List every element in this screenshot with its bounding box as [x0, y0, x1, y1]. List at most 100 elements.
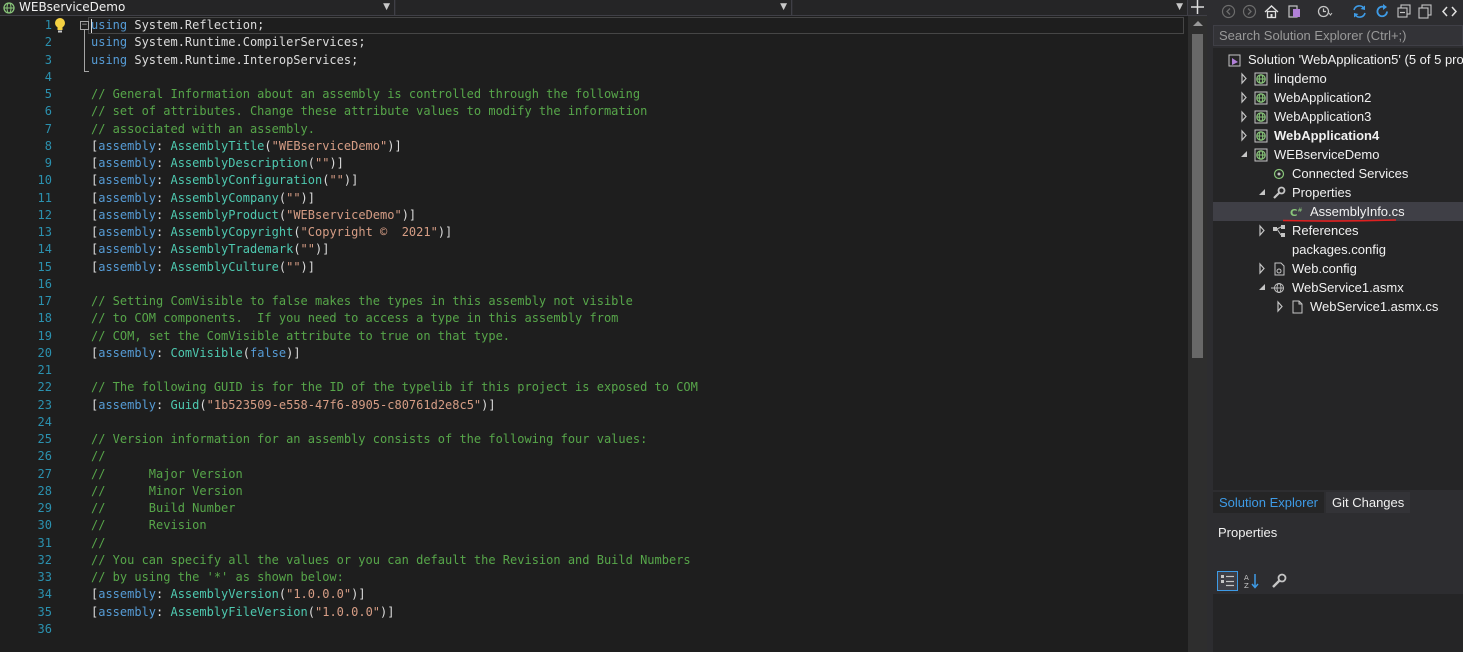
code-line[interactable]: 31 // [0, 535, 1188, 552]
code-line[interactable]: 22 // The following GUID is for the ID of… [0, 379, 1188, 396]
tab-solution-explorer[interactable]: Solution Explorer [1213, 492, 1324, 513]
code-token: : [156, 259, 171, 274]
collapse-all-icon[interactable] [1396, 3, 1413, 20]
solution-explorer-search[interactable] [1213, 25, 1463, 46]
code-line[interactable]: 30 // Revision [0, 517, 1188, 534]
forward-icon[interactable] [1241, 3, 1258, 20]
scrollbar-thumb[interactable] [1192, 34, 1203, 358]
code-line[interactable]: 33 // by using the '*' as shown below: [0, 569, 1188, 586]
code-token: assembly [98, 190, 157, 205]
property-pages-icon[interactable] [1269, 571, 1290, 591]
code-line[interactable]: 3 using System.Runtime.InteropServices; [0, 52, 1188, 69]
code-token: ( [199, 397, 207, 412]
tab-git-changes[interactable]: Git Changes [1326, 492, 1411, 513]
tree-item-references[interactable]: References [1213, 221, 1463, 240]
code-line[interactable]: 20 [assembly: ComVisible(false)] [0, 345, 1188, 362]
code-line[interactable]: 2 using System.Runtime.CompilerServices; [0, 34, 1188, 51]
code-line[interactable]: 25 // Version information for an assembly… [0, 431, 1188, 448]
code-line[interactable]: 23 [assembly: Guid("1b523509-e558-47f6-89… [0, 397, 1188, 414]
code-line[interactable]: 36 [0, 621, 1188, 638]
code-line-text: // COM, set the ComVisible attribute to … [91, 328, 510, 345]
expanded-arrow-icon[interactable] [1257, 183, 1267, 202]
tree-item-webservice1-asmx[interactable]: WebService1.asmx [1213, 278, 1463, 297]
expanded-arrow-icon[interactable] [1239, 145, 1249, 164]
code-line[interactable]: 21 [0, 362, 1188, 379]
scroll-up-arrow-icon[interactable] [1193, 21, 1203, 26]
collapsed-arrow-icon[interactable] [1257, 221, 1267, 240]
code-line[interactable]: 27 // Major Version [0, 466, 1188, 483]
code-line[interactable]: 17 // Setting ComVisible to false makes t… [0, 293, 1188, 310]
tree-item-connected-services[interactable]: Connected Services [1213, 164, 1463, 183]
expanded-arrow-icon[interactable] [1257, 278, 1267, 297]
code-line[interactable]: 11 [assembly: AssemblyCompany("")] [0, 190, 1188, 207]
type-scope-dropdown[interactable]: ▼ [396, 0, 792, 15]
solution-tree[interactable]: Solution 'WebApplication5' (5 of 5 proje… [1213, 48, 1463, 490]
code-line[interactable]: 34 [assembly: AssemblyVersion("1.0.0.0")] [0, 586, 1188, 603]
collapsed-arrow-icon[interactable] [1239, 69, 1249, 88]
code-line[interactable]: 16 [0, 276, 1188, 293]
project-dropdown[interactable]: WEBserviceDemo ▼ [0, 0, 395, 15]
code-line[interactable]: 15 [assembly: AssemblyCulture("")] [0, 259, 1188, 276]
code-line[interactable]: 28 // Minor Version [0, 483, 1188, 500]
tree-item-webapplication2[interactable]: WebApplication2 [1213, 88, 1463, 107]
code-token: // The following GUID is for the ID of t… [91, 380, 698, 395]
home-icon[interactable] [1263, 3, 1280, 20]
tree-item-packages-config[interactable]: packages.config [1213, 240, 1463, 259]
alphabetical-icon[interactable]: A Z [1241, 571, 1262, 591]
code-line[interactable]: 29 // Build Number [0, 500, 1188, 517]
code-line[interactable]: 5 // General Information about an assembl… [0, 86, 1188, 103]
pending-changes-filter-icon[interactable] [1316, 3, 1333, 20]
line-number: 27 [37, 466, 52, 481]
tree-item-web-config[interactable]: Web.config [1213, 259, 1463, 278]
tree-item-linqdemo[interactable]: linqdemo [1213, 69, 1463, 88]
code-line[interactable]: 35 [assembly: AssemblyFileVersion("1.0.0.… [0, 604, 1188, 621]
properties-grid[interactable] [1213, 594, 1463, 652]
code-line[interactable]: 12 [assembly: AssemblyProduct("WEBservice… [0, 207, 1188, 224]
collapsed-arrow-icon[interactable] [1275, 297, 1285, 316]
categorized-icon[interactable] [1217, 571, 1238, 591]
tree-item-assemblyinfo-cs[interactable]: C # AssemblyInfo.cs [1213, 202, 1463, 222]
code-line[interactable]: 4 [0, 69, 1188, 86]
code-token: assembly [98, 397, 157, 412]
code-line[interactable]: 18 // to COM components. If you need to a… [0, 310, 1188, 327]
editor-vertical-scrollbar[interactable] [1188, 16, 1207, 652]
member-scope-dropdown[interactable]: ▼ [793, 0, 1188, 15]
code-line[interactable]: 9 [assembly: AssemblyDescription("")] [0, 155, 1188, 172]
code-line[interactable]: 13 [assembly: AssemblyCopyright("Copyrigh… [0, 224, 1188, 241]
code-line[interactable]: 8 [assembly: AssemblyTitle("WEBserviceDem… [0, 138, 1188, 155]
tree-item-webapplication3[interactable]: WebApplication3 [1213, 107, 1463, 126]
show-all-files-icon[interactable] [1417, 3, 1434, 20]
code-text-area[interactable]: − 1 using System.Reflection; 2 using System… [0, 16, 1188, 652]
collapsed-arrow-icon[interactable] [1239, 88, 1249, 107]
code-editor[interactable]: WEBserviceDemo ▼ ▼ ▼ − 1 using System.Ref [0, 0, 1207, 652]
code-token: ( [293, 242, 301, 257]
code-line[interactable]: 14 [assembly: AssemblyTrademark("")] [0, 241, 1188, 258]
tree-item-webservice1-asmx-cs[interactable]: WebService1.asmx.cs [1213, 297, 1463, 316]
code-line[interactable]: 26 // [0, 448, 1188, 465]
split-window-button[interactable] [1188, 0, 1207, 16]
code-line[interactable]: 32 // You can specify all the values or y… [0, 552, 1188, 569]
code-line[interactable]: 19 // COM, set the ComVisible attribute t… [0, 328, 1188, 345]
code-view-icon[interactable] [1441, 3, 1458, 20]
code-token: ( [278, 207, 287, 222]
code-line[interactable]: 7 // associated with an assembly. [0, 121, 1188, 138]
collapsed-arrow-icon[interactable] [1239, 107, 1249, 126]
code-line[interactable]: 10 [assembly: AssemblyConfiguration("")] [0, 172, 1188, 189]
refresh-icon[interactable] [1374, 3, 1391, 20]
collapsed-arrow-icon[interactable] [1257, 259, 1267, 278]
collapsed-arrow-icon[interactable] [1239, 126, 1249, 145]
properties-object-selector[interactable] [1213, 546, 1463, 568]
tree-item-properties[interactable]: Properties [1213, 183, 1463, 202]
switch-views-icon[interactable] [1286, 3, 1303, 20]
code-line[interactable]: 24 [0, 414, 1188, 431]
tree-item-webapplication4[interactable]: WebApplication4 [1213, 126, 1463, 145]
line-number: 30 [37, 518, 52, 533]
back-icon[interactable] [1220, 3, 1237, 20]
code-token: // Minor Version [91, 483, 243, 498]
sync-icon[interactable] [1351, 3, 1368, 20]
code-line[interactable]: 6 // set of attributes. Change these attr… [0, 103, 1188, 120]
code-line[interactable]: 1 using System.Reflection; [0, 17, 1188, 34]
tree-item-webservicedemo[interactable]: WEBserviceDemo [1213, 145, 1463, 164]
tree-item-solution-webapplication5-5-of-5-projects[interactable]: Solution 'WebApplication5' (5 of 5 proje… [1213, 50, 1463, 69]
search-input[interactable] [1214, 26, 1462, 45]
